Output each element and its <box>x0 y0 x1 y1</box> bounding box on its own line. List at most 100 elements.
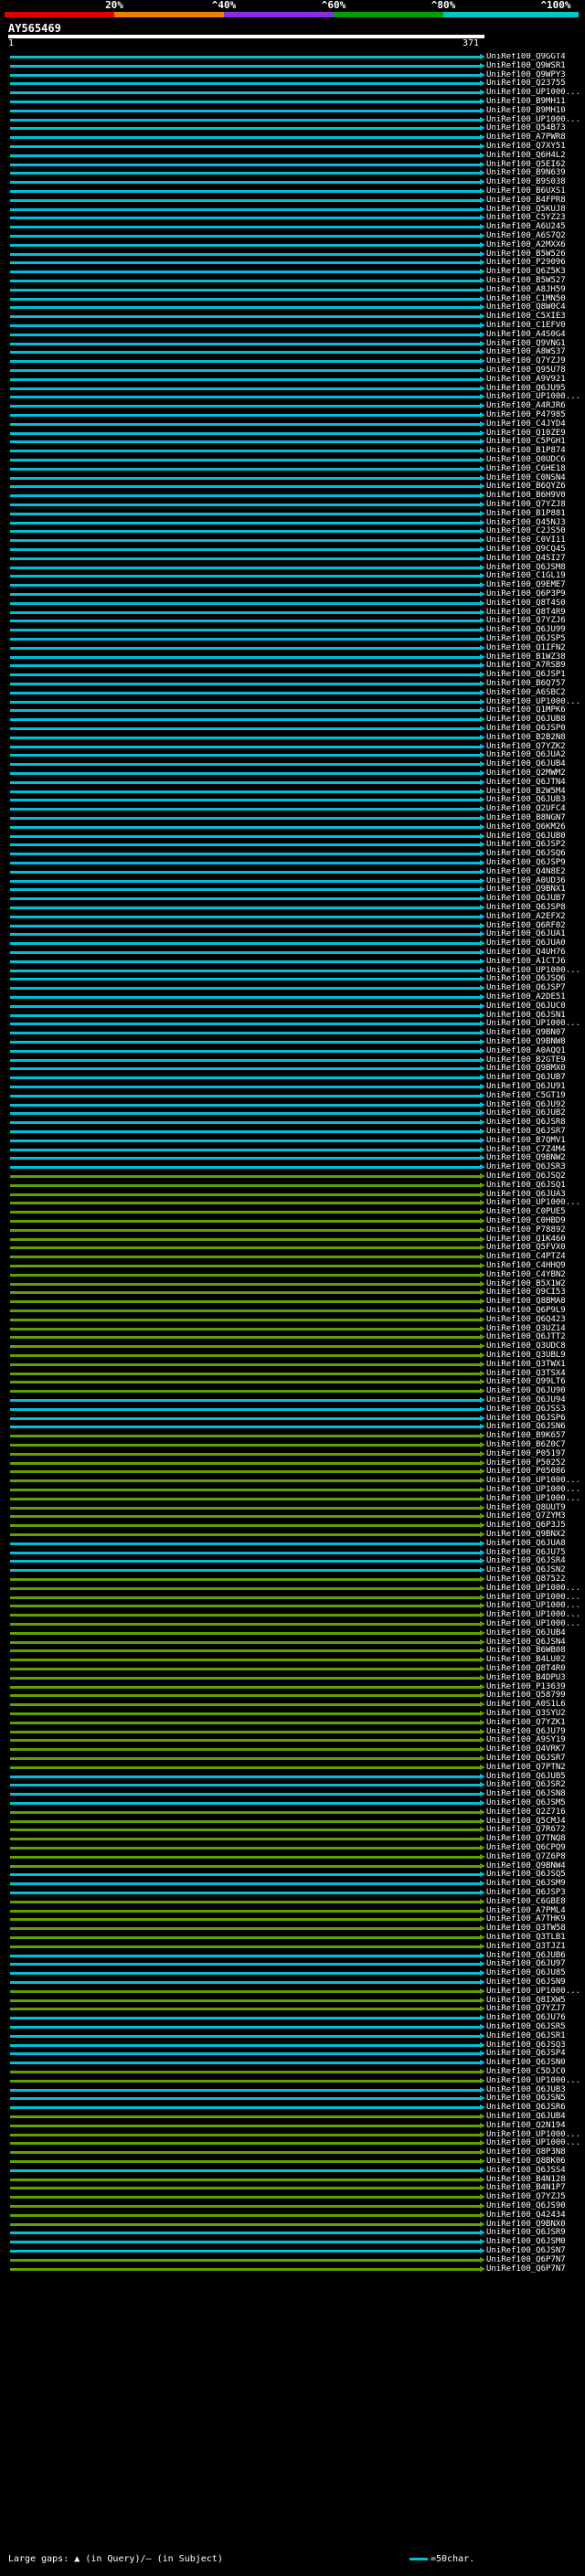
hit-label[interactable]: UniRef100_Q3SYU2 <box>486 1709 566 1718</box>
hit-label[interactable]: UniRef100_Q0UDC6 <box>486 455 566 464</box>
hit-row[interactable]: UniRef100_Q6JSR7 <box>0 1754 585 1763</box>
hit-alignment-bar[interactable] <box>10 1291 483 1295</box>
hit-row[interactable]: UniRef100_Q8T4R9 <box>0 608 585 617</box>
hit-label[interactable]: UniRef100_C0HBD9 <box>486 1216 566 1225</box>
hit-row[interactable]: UniRef100_UP1000... <box>0 2130 585 2139</box>
hit-row[interactable]: UniRef100_B9MH10 <box>0 106 585 115</box>
hit-label[interactable]: UniRef100_Q6Q423 <box>486 1315 566 1324</box>
hit-alignment-bar[interactable] <box>10 521 483 525</box>
hit-label[interactable]: UniRef100_Q6JSN2 <box>486 1565 566 1574</box>
hit-label[interactable]: UniRef100_Q6JSR7 <box>486 1754 566 1763</box>
hit-label[interactable]: UniRef100_Q6JUB6 <box>486 1951 566 1960</box>
hit-label[interactable]: UniRef100_B4N128 <box>486 2175 566 2184</box>
hit-alignment-bar[interactable] <box>10 1049 483 1053</box>
hit-alignment-bar[interactable] <box>10 1300 483 1304</box>
hit-alignment-bar[interactable] <box>10 235 483 238</box>
hit-label[interactable]: UniRef100_A0UD36 <box>486 876 566 885</box>
hit-row[interactable]: UniRef100_Q99LT6 <box>0 1377 585 1386</box>
hit-alignment-bar[interactable] <box>10 414 483 417</box>
hit-label[interactable]: UniRef100_Q6JUB7 <box>486 1073 566 1082</box>
hit-row[interactable]: UniRef100_UP1000... <box>0 1476 585 1485</box>
hit-alignment-bar[interactable] <box>10 1757 483 1760</box>
hit-row[interactable]: UniRef100_UP1000... <box>0 1987 585 1996</box>
hit-row[interactable]: UniRef100_Q6JSM5 <box>0 1798 585 1807</box>
hit-row[interactable]: UniRef100_UP1000... <box>0 1593 585 1602</box>
hit-row[interactable]: UniRef100_Q6P3P9 <box>0 589 585 599</box>
hit-row[interactable]: UniRef100_Q8BK06 <box>0 2157 585 2166</box>
hit-row[interactable]: UniRef100_A9V921 <box>0 375 585 384</box>
hit-label[interactable]: UniRef100_UP1000... <box>486 966 580 975</box>
hit-alignment-bar[interactable] <box>10 736 483 739</box>
hit-label[interactable]: UniRef100_Q54B73 <box>486 123 566 133</box>
hit-alignment-bar[interactable] <box>10 1273 483 1277</box>
hit-alignment-bar[interactable] <box>10 951 483 954</box>
hit-alignment-bar[interactable] <box>10 342 483 345</box>
hit-label[interactable]: UniRef100_A6SBC2 <box>486 688 566 697</box>
hit-alignment-bar[interactable] <box>10 709 483 713</box>
hit-row[interactable]: UniRef100_A6U245 <box>0 222 585 231</box>
hit-row[interactable]: UniRef100_Q6JUB5 <box>0 1772 585 1781</box>
hit-row[interactable]: UniRef100_Q9CQ45 <box>0 545 585 554</box>
hit-row[interactable]: UniRef100_Q6JUA1 <box>0 929 585 938</box>
hit-label[interactable]: UniRef100_A4S0G4 <box>486 330 566 339</box>
hit-alignment-bar[interactable] <box>10 1354 483 1357</box>
hit-label[interactable]: UniRef100_Q6JSQ3 <box>486 2041 566 2050</box>
hit-alignment-bar[interactable] <box>10 655 483 659</box>
hit-row[interactable]: UniRef100_B5X1W2 <box>0 1279 585 1288</box>
hit-label[interactable]: UniRef100_Q6JSP5 <box>486 634 566 643</box>
hit-alignment-bar[interactable] <box>10 933 483 937</box>
hit-alignment-bar[interactable] <box>10 575 483 578</box>
hit-alignment-bar[interactable] <box>10 91 483 95</box>
hit-row[interactable]: UniRef100_UP1000... <box>0 1601 585 1610</box>
hit-alignment-bar[interactable] <box>10 1892 483 1894</box>
hit-label[interactable]: UniRef100_Q6JSR8 <box>486 1118 566 1127</box>
hit-row[interactable]: UniRef100_UP1000... <box>0 392 585 401</box>
hit-label[interactable]: UniRef100_Q6JSR7 <box>486 1127 566 1136</box>
hit-label[interactable]: UniRef100_Q9GGT4 <box>486 53 566 61</box>
hit-row[interactable]: UniRef100_B8NGN7 <box>0 813 585 822</box>
hit-row[interactable]: UniRef100_UP1000... <box>0 1619 585 1628</box>
hit-label[interactable]: UniRef100_Q6JSR6 <box>486 2103 566 2112</box>
hit-row[interactable]: UniRef100_Q3UBL9 <box>0 1351 585 1360</box>
hit-row[interactable]: UniRef100_Q2Z716 <box>0 1807 585 1817</box>
hit-row[interactable]: UniRef100_C7Z4M4 <box>0 1145 585 1154</box>
hit-label[interactable]: UniRef100_Q9VNG1 <box>486 339 566 348</box>
hit-alignment-bar[interactable] <box>10 1237 483 1241</box>
hit-row[interactable]: UniRef100_C4HHQ9 <box>0 1261 585 1270</box>
hit-row[interactable]: UniRef100_Q6JSP5 <box>0 634 585 643</box>
hit-alignment-bar[interactable] <box>10 1086 483 1088</box>
hit-row[interactable]: UniRef100_Q6JUB7 <box>0 1073 585 1082</box>
hit-row[interactable]: UniRef100_A2MXX6 <box>0 240 585 249</box>
hit-label[interactable]: UniRef100_C6HE18 <box>486 464 566 473</box>
hit-alignment-bar[interactable] <box>10 1685 483 1689</box>
hit-label[interactable]: UniRef100_B1P874 <box>486 446 566 455</box>
hit-alignment-bar[interactable] <box>10 2205 483 2208</box>
hit-row[interactable]: UniRef100_C1MN50 <box>0 294 585 303</box>
hit-label[interactable]: UniRef100_Q7Z6P8 <box>486 1852 566 1861</box>
hit-alignment-bar[interactable] <box>10 629 483 632</box>
hit-label[interactable]: UniRef100_P78892 <box>486 1225 566 1235</box>
hit-label[interactable]: UniRef100_C5YZ23 <box>486 213 566 222</box>
hit-label[interactable]: UniRef100_Q2Z716 <box>486 1807 566 1817</box>
hit-row[interactable]: UniRef100_C0NSN4 <box>0 473 585 482</box>
hit-label[interactable]: UniRef100_Q6JUB2 <box>486 1108 566 1118</box>
hit-row[interactable]: UniRef100_Q7TNQ8 <box>0 1834 585 1843</box>
hit-row[interactable]: UniRef100_Q6JSQ3 <box>0 2041 585 2050</box>
hit-alignment-bar[interactable] <box>10 1004 483 1008</box>
hit-label[interactable]: UniRef100_Q8T4S0 <box>486 599 566 608</box>
hit-alignment-bar[interactable] <box>10 1058 483 1062</box>
hit-label[interactable]: UniRef100_Q87522 <box>486 1574 566 1584</box>
hit-label[interactable]: UniRef100_C5PGH1 <box>486 437 566 446</box>
hit-label[interactable]: UniRef100_Q6JU75 <box>486 1548 566 1557</box>
hit-label[interactable]: UniRef100_Q58799 <box>486 1691 566 1700</box>
hit-row[interactable]: UniRef100_Q6JSN0 <box>0 2058 585 2067</box>
hit-row[interactable]: UniRef100_Q6JU97 <box>0 1959 585 1968</box>
hit-label[interactable]: UniRef100_Q6JSQ5 <box>486 1870 566 1879</box>
hit-alignment-bar[interactable] <box>10 1605 483 1608</box>
hit-alignment-bar[interactable] <box>10 1372 483 1375</box>
hit-alignment-bar[interactable] <box>10 673 483 677</box>
hit-row[interactable]: UniRef100_Q3UZ14 <box>0 1324 585 1333</box>
hit-row[interactable]: UniRef100_Q6JSR3 <box>0 1162 585 1171</box>
hit-label[interactable]: UniRef100_UP1000... <box>486 1584 580 1593</box>
hit-label[interactable]: UniRef100_Q6JSQ6 <box>486 974 566 983</box>
